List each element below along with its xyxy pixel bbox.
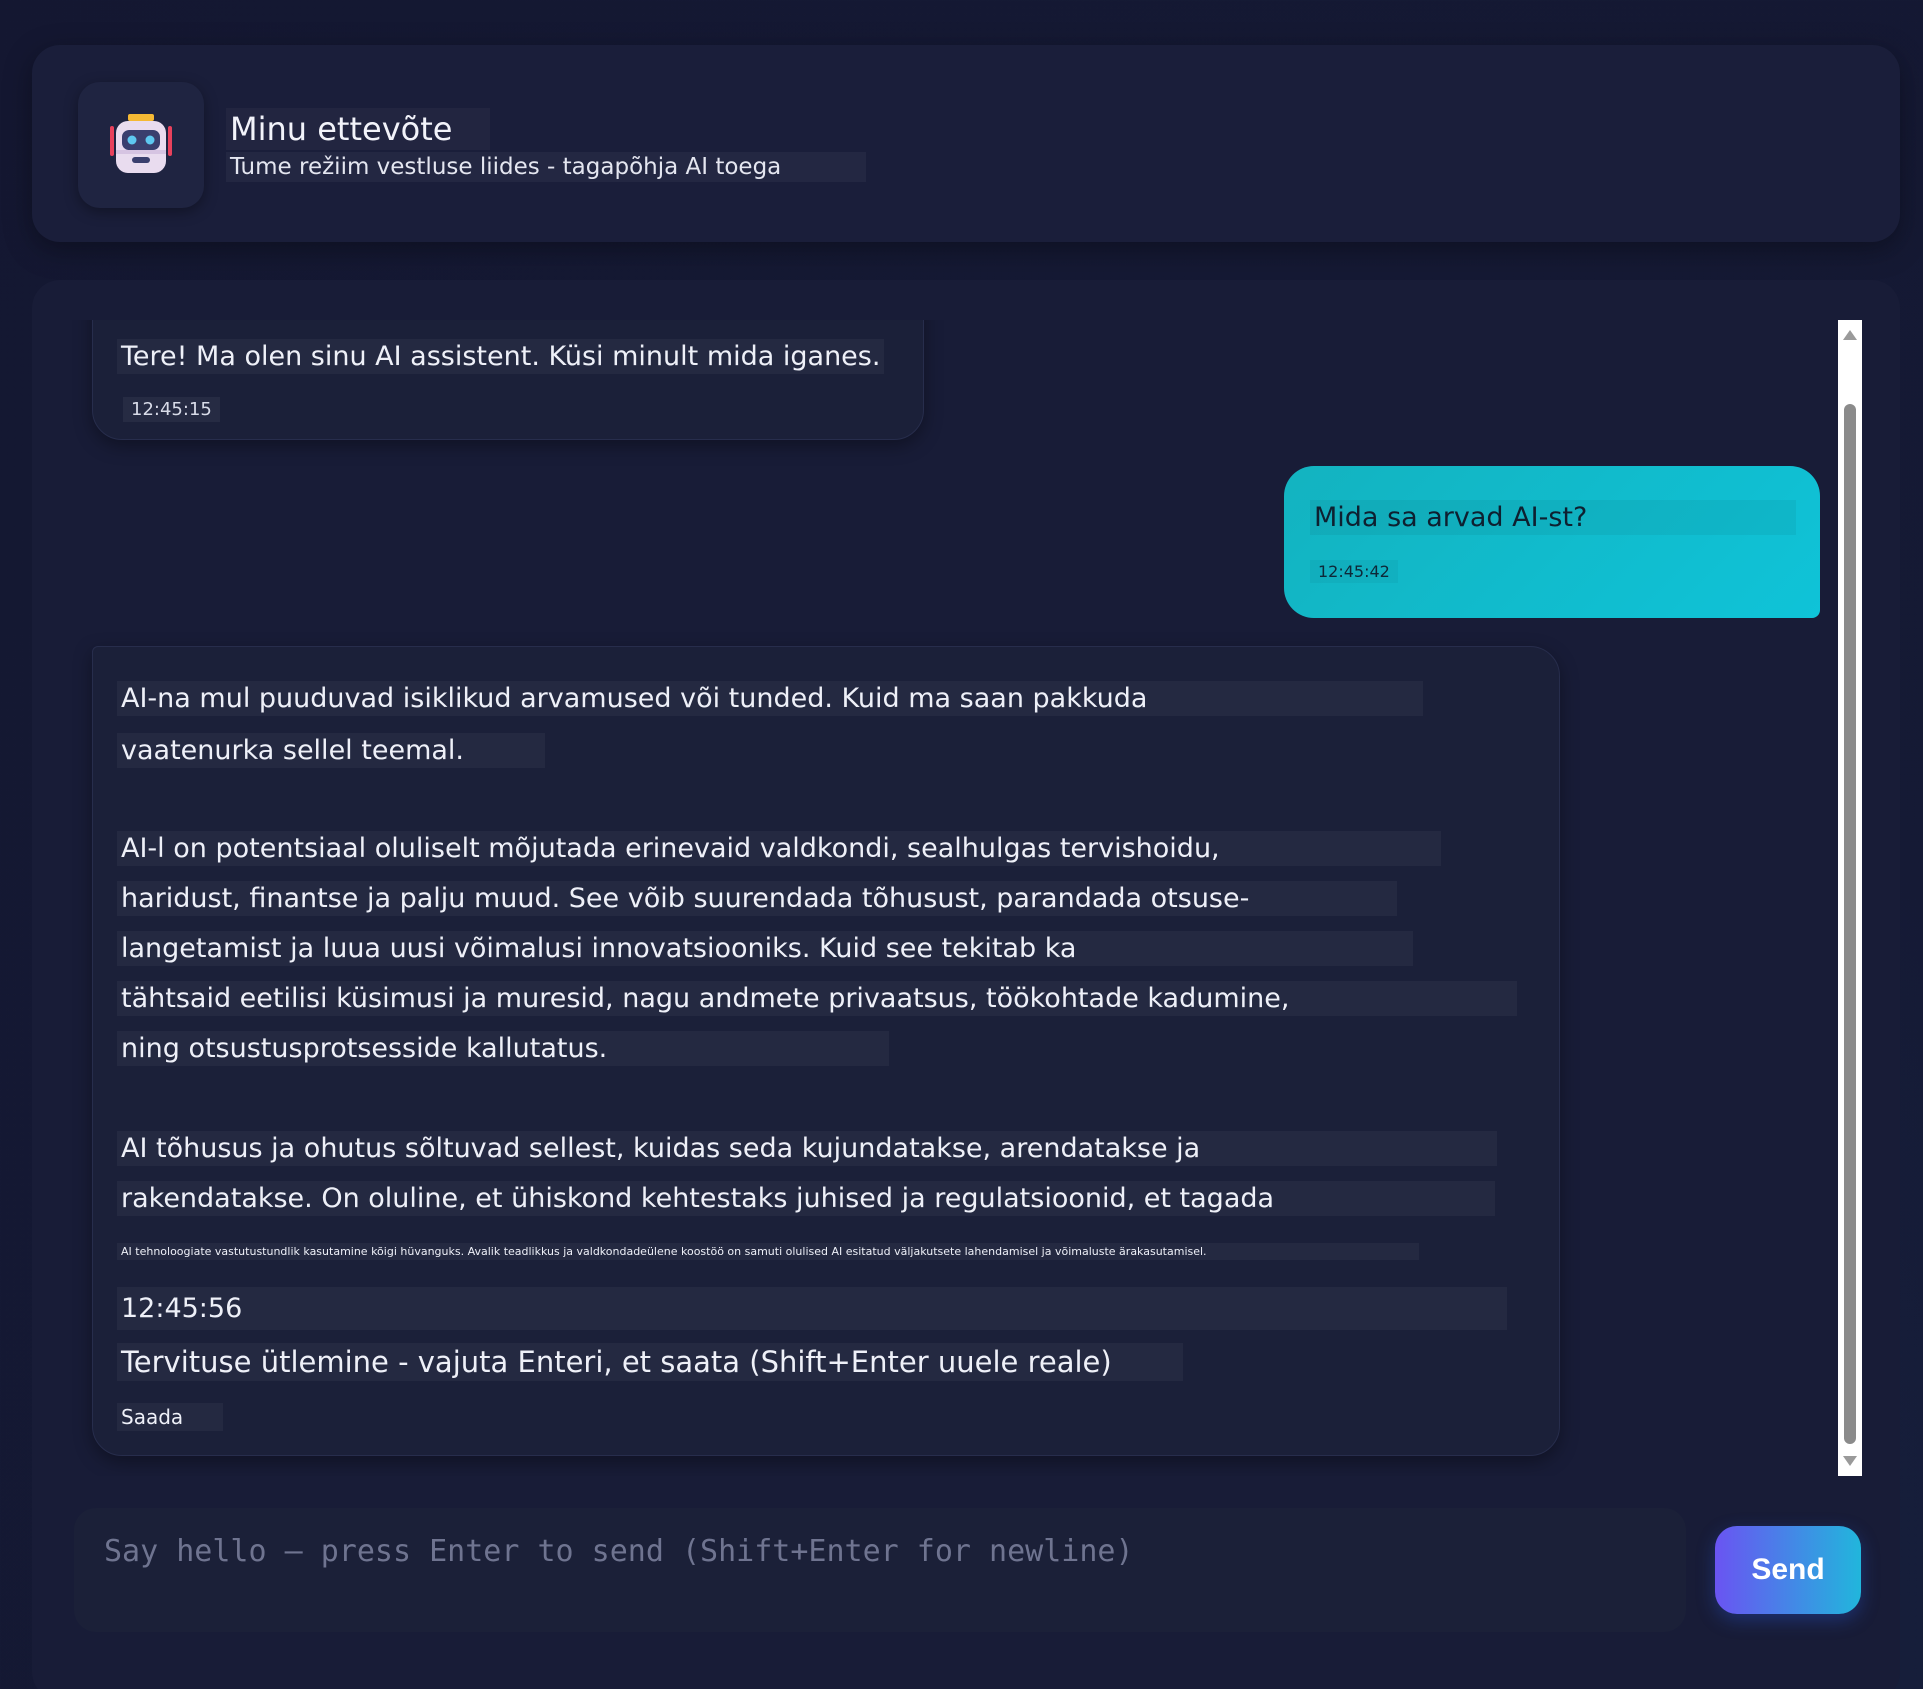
scrollbar-thumb[interactable]	[1844, 404, 1856, 1444]
message-line: AI tõhusus ja ohutus sõltuvad sellest, k…	[117, 1131, 1497, 1166]
message-scrollbar[interactable]	[1838, 320, 1862, 1476]
message-timestamp: 12:45:42	[1310, 560, 1398, 583]
message-text: Mida sa arvad AI-st?	[1310, 500, 1796, 535]
message-hint: Tervituse ütlemine - vajuta Enteri, et s…	[117, 1343, 1183, 1381]
message-line: vaatenurka sellel teemal.	[117, 733, 545, 768]
message-line: haridust, finantse ja palju muud. See võ…	[117, 881, 1397, 916]
message-line: ning otsustusprotsesside kallutatus.	[117, 1031, 889, 1066]
user-message: Mida sa arvad AI-st? 12:45:42	[1284, 466, 1820, 618]
message-list: Tere! Ma olen sinu AI assistent. Küsi mi…	[32, 320, 1852, 1476]
bot-message: AI-na mul puuduvad isiklikud arvamused v…	[92, 646, 1560, 1456]
chat-header: Minu ettevõte Tume režiim vestluse liide…	[32, 45, 1900, 242]
scroll-down-icon[interactable]	[1843, 1456, 1857, 1466]
message-line: AI-na mul puuduvad isiklikud arvamused v…	[117, 681, 1423, 716]
bot-message: Tere! Ma olen sinu AI assistent. Küsi mi…	[92, 320, 924, 440]
message-line: rakendatakse. On oluline, et ühiskond ke…	[117, 1181, 1495, 1216]
message-timestamp: 12:45:15	[123, 397, 220, 422]
message-line: AI-l on potentsiaal oluliselt mõjutada e…	[117, 831, 1441, 866]
message-input[interactable]	[74, 1508, 1686, 1632]
message-line: AI tehnoloogiate vastutustundlik kasutam…	[117, 1243, 1419, 1260]
message-line: langetamist ja luua uusi võimalusi innov…	[117, 931, 1413, 966]
message-text: Tere! Ma olen sinu AI assistent. Küsi mi…	[117, 339, 885, 374]
message-action: Saada	[117, 1403, 223, 1431]
chat-panel: Tere! Ma olen sinu AI assistent. Küsi mi…	[32, 280, 1900, 1689]
page-title: Minu ettevõte	[226, 108, 490, 150]
message-line: tähtsaid eetilisi küsimusi ja muresid, n…	[117, 981, 1517, 1016]
page-subtitle: Tume režiim vestluse liides - tagapõhja …	[226, 152, 866, 182]
scroll-up-icon[interactable]	[1843, 330, 1857, 340]
robot-icon	[110, 114, 172, 173]
bot-avatar	[78, 82, 204, 208]
message-composer	[74, 1508, 1686, 1632]
message-timestamp: 12:45:56	[117, 1287, 1507, 1330]
send-button[interactable]: Send	[1715, 1526, 1861, 1614]
